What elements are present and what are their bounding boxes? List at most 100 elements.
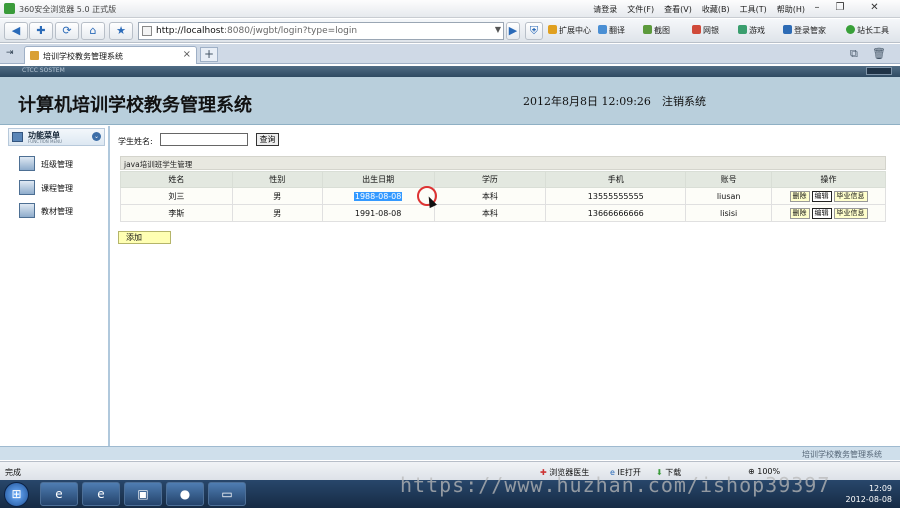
course-icon xyxy=(19,180,35,195)
tab-close-icon[interactable]: × xyxy=(183,49,191,60)
selected-birth-text: 1988-08-08 xyxy=(353,191,403,201)
forward-icon[interactable]: ✚ xyxy=(29,22,53,40)
new-tab-icon[interactable]: + xyxy=(200,47,218,62)
col-header-ops: 操作 xyxy=(771,171,886,188)
cell-education: 本科 xyxy=(433,204,547,222)
logout-link[interactable]: 注销系统 xyxy=(662,93,706,109)
taskbar-ie-icon[interactable]: e xyxy=(82,482,120,506)
status-text: 完成 xyxy=(5,468,21,477)
function-sidebar: 功能菜单 FUNCTION MENU ⌄ 班级管理 课程管理 教材管理 xyxy=(0,126,110,446)
cell-account: liusan xyxy=(685,187,773,205)
cell-phone: 13555555555 xyxy=(545,187,687,205)
app-footer: 培训学校教务管理系统 xyxy=(0,446,900,460)
graduate-info-button[interactable]: 毕业信息 xyxy=(833,190,868,202)
sidebar-item-class[interactable]: 班级管理 xyxy=(19,156,104,172)
tab-label: 培训学校教务管理系统 xyxy=(43,52,123,61)
add-button[interactable]: 添加 xyxy=(118,231,171,244)
start-icon[interactable]: ⊞ xyxy=(4,482,29,507)
address-path: :8080/jwgbt/login?type=login xyxy=(223,26,358,36)
tab-list-icon[interactable]: ⧉ xyxy=(850,47,858,61)
cell-phone: 13666666666 xyxy=(545,204,687,222)
table-row: 刘三 男 1988-08-08 本科 13555555555 liusan 删除… xyxy=(120,187,886,205)
taskbar-eclipse-icon[interactable]: ● xyxy=(166,482,204,506)
shield-icon[interactable]: ⛨ xyxy=(525,22,543,40)
graduate-info-button[interactable]: 毕业信息 xyxy=(833,207,868,219)
delete-button[interactable]: 删除 xyxy=(789,190,810,202)
menu-help[interactable]: 帮助(H) xyxy=(777,4,805,15)
student-table: 姓名 性别 出生日期 学历 手机 账号 操作 刘三 男 1988-08-08 本… xyxy=(120,171,886,222)
sidebar-toggle-icon[interactable]: ⇥ xyxy=(6,48,14,58)
menu-login[interactable]: 请登录 xyxy=(593,4,617,15)
tab-training-school[interactable]: 培训学校教务管理系统 × xyxy=(24,46,197,64)
delete-button[interactable]: 删除 xyxy=(789,207,810,219)
trash-icon[interactable]: 🗑 xyxy=(872,47,886,60)
watermark-text: https://www.huzhan.com/ishop39397 xyxy=(400,473,831,497)
go-icon[interactable]: ▶ xyxy=(506,22,520,40)
address-bar[interactable]: http://localhost:8080/jwgbt/login?type=l… xyxy=(138,22,504,40)
clock-date: 2012-08-08 xyxy=(845,495,893,504)
home-icon[interactable]: ⌂ xyxy=(81,22,105,40)
tool-games[interactable]: 游戏 xyxy=(738,25,765,36)
sidebar-item-textbook[interactable]: 教材管理 xyxy=(19,203,104,219)
table-title: java培训班学生管理 xyxy=(124,160,193,169)
taskbar-360-browser-icon[interactable]: e xyxy=(40,482,78,506)
col-header-education: 学历 xyxy=(433,171,547,188)
cell-ops: 删除 编辑 毕业信息 xyxy=(771,204,886,222)
taskbar-app-icon[interactable]: ▣ xyxy=(124,482,162,506)
sidebar-subtitle: FUNCTION MENU xyxy=(28,139,62,144)
menu-file[interactable]: 文件(F) xyxy=(627,4,654,15)
clock-time: 12:09 xyxy=(868,484,892,493)
cell-education: 本科 xyxy=(433,187,547,205)
main-content: 学生姓名: 查询 java培训班学生管理 姓名 性别 出生日期 学历 手机 账号… xyxy=(112,126,900,446)
query-button[interactable]: 查询 xyxy=(256,133,279,146)
app-strip-text: CTCC SOSTEM xyxy=(22,67,65,74)
tool-screenshot[interactable]: 截图 xyxy=(643,25,670,36)
edit-button[interactable]: 编辑 xyxy=(811,207,832,219)
browser-menu-bar: 请登录 文件(F) 查看(V) 收藏(B) 工具(T) 帮助(H) xyxy=(593,4,805,15)
menu-tools[interactable]: 工具(T) xyxy=(740,4,767,15)
cell-name: 李斯 xyxy=(120,204,233,222)
close-window-icon[interactable]: ✕ xyxy=(852,1,897,16)
tool-translate[interactable]: 翻译 xyxy=(598,25,625,36)
banking-icon xyxy=(692,25,701,34)
favorite-star-icon[interactable]: ★ xyxy=(109,22,133,40)
edit-button[interactable]: 编辑 xyxy=(811,190,832,202)
app-top-strip: CTCC SOSTEM xyxy=(0,66,900,77)
taskbar-clock[interactable]: 12:09 2012-08-08 xyxy=(846,483,893,505)
page-icon xyxy=(142,26,152,36)
taskbar-folder-icon[interactable]: ▭ xyxy=(208,482,246,506)
col-header-gender: 性别 xyxy=(231,171,323,188)
footer-text: 培训学校教务管理系统 xyxy=(802,450,882,459)
student-name-input[interactable] xyxy=(160,133,248,146)
sidebar-item-course[interactable]: 课程管理 xyxy=(19,180,104,196)
tool-webmaster[interactable]: 站长工具 xyxy=(846,25,889,36)
table-header-row: 姓名 性别 出生日期 学历 手机 账号 操作 xyxy=(120,171,886,188)
address-dropdown-icon[interactable]: ▼ xyxy=(495,25,501,34)
cell-gender: 男 xyxy=(231,187,323,205)
translate-icon xyxy=(598,25,607,34)
textbook-icon xyxy=(19,203,35,218)
current-datetime: 2012年8月8日 12:09:26 xyxy=(523,95,651,108)
cell-ops: 删除 编辑 毕业信息 xyxy=(771,187,886,205)
tool-extensions[interactable]: 扩展中心 xyxy=(548,25,591,36)
col-header-name: 姓名 xyxy=(120,171,233,188)
menu-favorites[interactable]: 收藏(B) xyxy=(702,4,730,15)
refresh-icon[interactable]: ⟳ xyxy=(55,22,79,40)
maximize-icon[interactable]: ❐ xyxy=(829,1,851,16)
screenshot-icon xyxy=(643,25,652,34)
back-icon[interactable]: ◀ xyxy=(4,22,28,40)
sidebar-header: 功能菜单 FUNCTION MENU ⌄ xyxy=(8,128,105,146)
tab-favicon-icon xyxy=(30,51,39,60)
menu-view[interactable]: 查看(V) xyxy=(664,4,692,15)
key-icon xyxy=(783,25,792,34)
browser-logo-icon xyxy=(4,3,15,14)
tool-login-manager[interactable]: 登录管家 xyxy=(783,25,826,36)
collapse-icon[interactable]: ⌄ xyxy=(92,132,101,141)
col-header-phone: 手机 xyxy=(545,171,687,188)
app-strip-controls xyxy=(866,67,892,75)
tool-banking[interactable]: 网银 xyxy=(692,25,719,36)
system-title: 计算机培训学校教务管理系统 xyxy=(18,95,252,116)
sidebar-item-label: 班级管理 xyxy=(41,160,73,169)
minimize-icon[interactable]: – xyxy=(806,1,828,16)
class-icon xyxy=(19,156,35,171)
